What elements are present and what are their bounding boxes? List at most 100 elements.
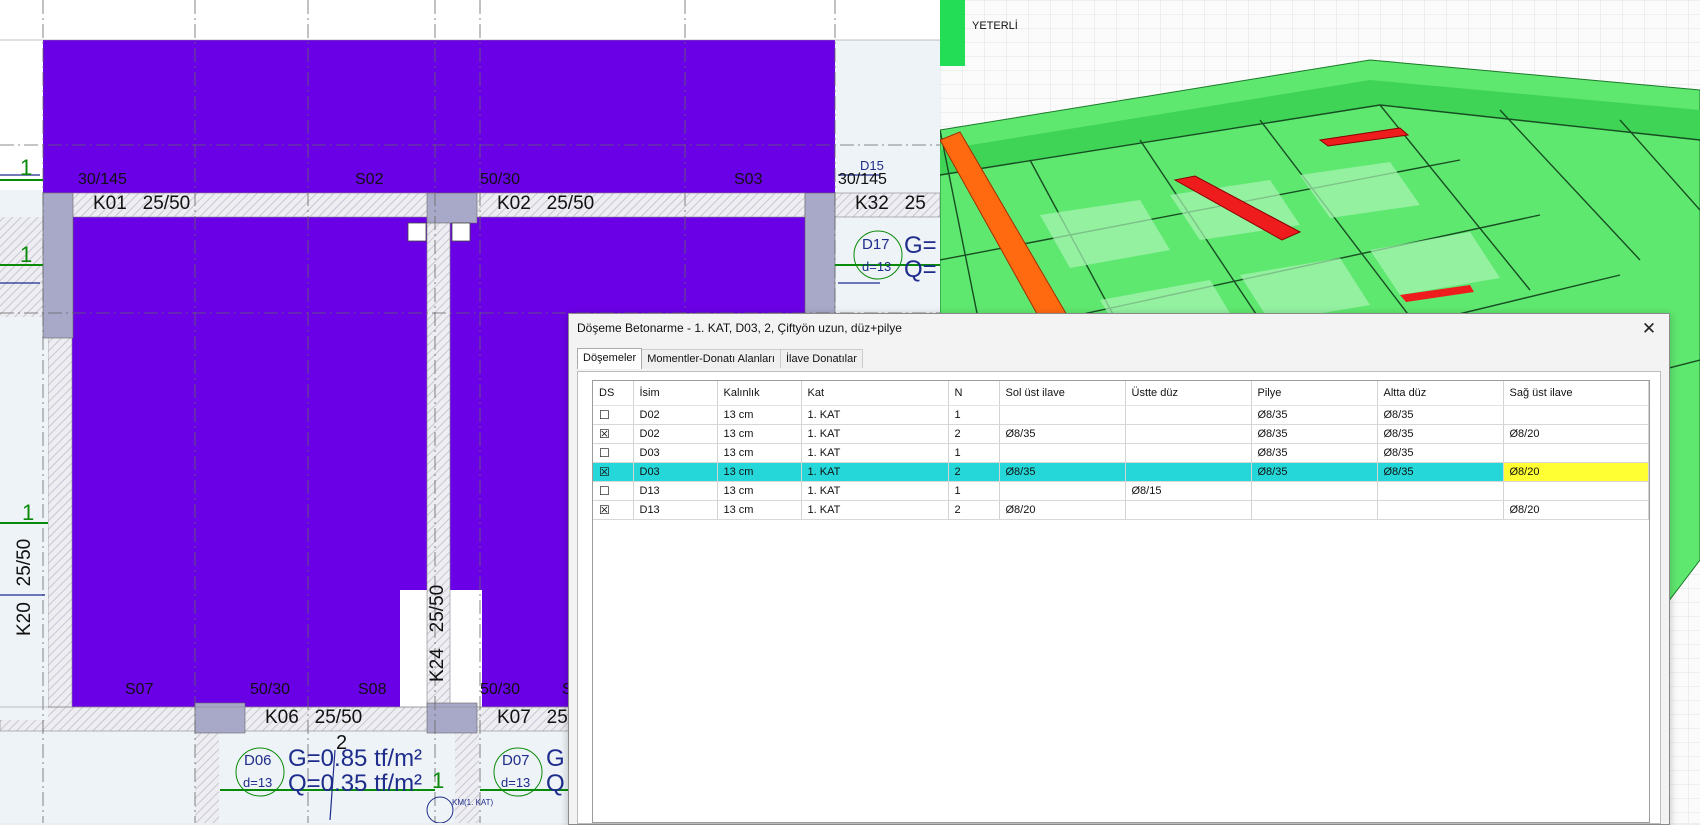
cell-floor: 1. KAT (801, 500, 949, 520)
cell-pilye[interactable]: Ø8/35 (1251, 424, 1378, 444)
cell-name: D03 (633, 443, 718, 463)
col-header-altta-duz[interactable]: Altta düz (1377, 381, 1504, 406)
cell-sag-ust-ilave[interactable]: Ø8/20 (1503, 424, 1649, 444)
cell-pilye[interactable]: Ø8/35 (1251, 462, 1378, 482)
tab-dosemeler[interactable]: Döşemeler (577, 348, 643, 369)
ds-checkbox[interactable]: ☐ (599, 447, 610, 459)
table-row-selected[interactable]: ☒ D03 13 cm 1. KAT 2 Ø8/35 Ø8/35 Ø8/35 Ø… (593, 462, 1649, 482)
slab-label: S08 (358, 681, 387, 698)
table-row[interactable]: ☒ D02 13 cm 1. KAT 2 Ø8/35 Ø8/35 Ø8/35 Ø… (593, 424, 1649, 444)
column-label: 50/30 (480, 171, 521, 188)
cell-altta-duz[interactable] (1377, 481, 1504, 501)
cell-sol-ust-ilave[interactable]: Ø8/35 (999, 424, 1126, 444)
column-e (426, 702, 478, 734)
cell-name: D03 (633, 462, 718, 482)
cell-thickness: 13 cm (717, 405, 802, 425)
ds-checkbox[interactable]: ☒ (599, 466, 610, 478)
dimension-label: 1 (22, 500, 35, 525)
table-row[interactable]: ☒ D13 13 cm 1. KAT 2 Ø8/20 Ø8/20 (593, 500, 1649, 520)
d07-q-load: Q (546, 770, 565, 797)
tab-momentler[interactable]: Momentler-Donatı Alanları (641, 349, 781, 368)
cell-thickness: 13 cm (717, 424, 802, 444)
cell-sag-ust-ilave-active[interactable]: Ø8/20 (1503, 462, 1649, 482)
cell-name: D13 (633, 500, 718, 520)
beam-k02-label: K02 25/50 (497, 193, 595, 214)
cell-ustte-duz[interactable]: Ø8/15 (1125, 481, 1252, 501)
cell-ustte-duz[interactable] (1125, 500, 1252, 520)
cell-sag-ust-ilave[interactable] (1503, 481, 1649, 501)
col-header-kat[interactable]: Kat (801, 381, 949, 406)
d06-q-load: Q=0.35 tf/m² (288, 770, 423, 797)
cell-pilye[interactable]: Ø8/35 (1251, 405, 1378, 425)
cell-floor: 1. KAT (801, 443, 949, 463)
cell-sol-ust-ilave[interactable]: Ø8/35 (999, 462, 1126, 482)
slab-label: S03 (734, 171, 763, 188)
cell-sag-ust-ilave[interactable]: Ø8/20 (1503, 500, 1649, 520)
cell-altta-duz[interactable]: Ø8/35 (1377, 443, 1504, 463)
tab-ilave-donatilar[interactable]: İlave Donatılar (779, 349, 863, 368)
cell-ustte-duz[interactable] (1125, 405, 1252, 425)
cell-sag-ust-ilave[interactable] (1503, 443, 1649, 463)
cell-thickness: 13 cm (717, 462, 802, 482)
cell-sag-ust-ilave[interactable] (1503, 405, 1649, 425)
d07-name: D07 (502, 752, 530, 769)
col-header-isim[interactable]: İsim (633, 381, 718, 406)
slab-reinforcement-dialog: Döşeme Betonarme - 1. KAT, D03, 2, Çifty… (568, 313, 1670, 825)
cell-sol-ust-ilave[interactable] (999, 405, 1126, 425)
cell-altta-duz[interactable] (1377, 500, 1504, 520)
d06-name: D06 (244, 752, 272, 769)
col-header-kalinlik[interactable]: Kalınlık (717, 381, 802, 406)
tab-panel: DS İsim Kalınlık Kat N Sol üst ilave Üst… (577, 371, 1661, 824)
cell-name: D02 (633, 424, 718, 444)
cell-sol-ust-ilave[interactable] (999, 443, 1126, 463)
dimension-label: 1 (432, 768, 445, 793)
cell-altta-duz[interactable]: Ø8/35 (1377, 462, 1504, 482)
close-icon[interactable]: ✕ (1629, 314, 1669, 344)
cell-ustte-duz[interactable] (1125, 462, 1252, 482)
cell-altta-duz[interactable]: Ø8/35 (1377, 405, 1504, 425)
cell-n: 1 (948, 481, 1000, 501)
cell-floor: 1. KAT (801, 481, 949, 501)
column-label: 50/30 (250, 681, 291, 698)
d07-thickness: d=13 (501, 775, 531, 790)
table-row[interactable]: ☐ D03 13 cm 1. KAT 1 Ø8/35 Ø8/35 (593, 443, 1649, 463)
cell-pilye[interactable] (1251, 481, 1378, 501)
slab-grid[interactable]: DS İsim Kalınlık Kat N Sol üst ilave Üst… (592, 380, 1650, 823)
cell-ustte-duz[interactable] (1125, 424, 1252, 444)
column-b (426, 192, 478, 224)
table-row[interactable]: ☐ D02 13 cm 1. KAT 1 Ø8/35 Ø8/35 (593, 405, 1649, 425)
cell-floor: 1. KAT (801, 424, 949, 444)
cell-floor: 1. KAT (801, 405, 949, 425)
column-a (42, 192, 74, 339)
table-row[interactable]: ☐ D13 13 cm 1. KAT 1 Ø8/15 (593, 481, 1649, 501)
col-header-pilye[interactable]: Pilye (1251, 381, 1378, 406)
col-header-ustte-duz[interactable]: Üstte düz (1125, 381, 1252, 406)
dialog-titlebar[interactable]: Döşeme Betonarme - 1. KAT, D03, 2, Çifty… (569, 314, 1669, 344)
beam-k01-label: K01 25/50 (93, 193, 191, 214)
cell-name: D13 (633, 481, 718, 501)
cell-name: D02 (633, 405, 718, 425)
col-header-sag-ust-ilave[interactable]: Sağ üst ilave (1503, 381, 1649, 406)
cell-pilye[interactable]: Ø8/35 (1251, 443, 1378, 463)
dialog-tabs: Döşemeler Momentler-Donatı Alanları İlave … (577, 348, 863, 371)
cell-n: 1 (948, 405, 1000, 425)
slab-d15-label: D15 (860, 158, 884, 173)
col-header-ds[interactable]: DS (593, 381, 634, 406)
ds-checkbox[interactable]: ☒ (599, 428, 610, 440)
col-header-sol-ust-ilave[interactable]: Sol üst ilave (999, 381, 1126, 406)
beam-k20-label: K20 25/50 (14, 538, 35, 636)
cell-n: 2 (948, 462, 1000, 482)
cell-sol-ust-ilave[interactable] (999, 481, 1126, 501)
beam-k24-label: K24 25/50 (427, 584, 448, 682)
cell-altta-duz[interactable]: Ø8/35 (1377, 424, 1504, 444)
ds-checkbox[interactable]: ☐ (599, 409, 610, 421)
slab-label: S02 (355, 171, 384, 188)
d06-g-load: G=0.85 tf/m² (288, 745, 423, 772)
col-header-n[interactable]: N (948, 381, 1000, 406)
ds-checkbox[interactable]: ☐ (599, 485, 610, 497)
cell-pilye[interactable] (1251, 500, 1378, 520)
cell-sol-ust-ilave[interactable]: Ø8/20 (999, 500, 1126, 520)
cell-ustte-duz[interactable] (1125, 443, 1252, 463)
ds-checkbox[interactable]: ☒ (599, 504, 610, 516)
column-label: 30/145 (78, 171, 127, 188)
